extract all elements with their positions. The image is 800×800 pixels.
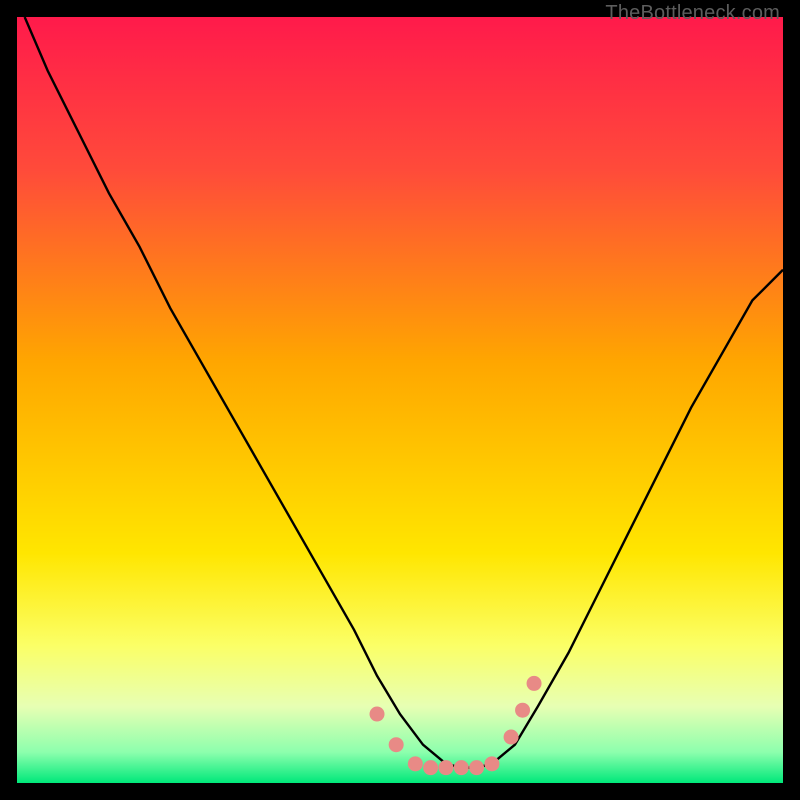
curve-marker [389, 737, 404, 752]
chart-background [17, 17, 783, 783]
curve-marker [504, 730, 519, 745]
bottleneck-chart [17, 17, 783, 783]
curve-marker [469, 760, 484, 775]
curve-marker [370, 707, 385, 722]
curve-marker [515, 703, 530, 718]
curve-marker [408, 756, 423, 771]
curve-marker [438, 760, 453, 775]
watermark-text: TheBottleneck.com [605, 2, 780, 25]
curve-marker [527, 676, 542, 691]
curve-marker [484, 756, 499, 771]
chart-frame [17, 17, 783, 783]
curve-marker [454, 760, 469, 775]
curve-marker [423, 760, 438, 775]
